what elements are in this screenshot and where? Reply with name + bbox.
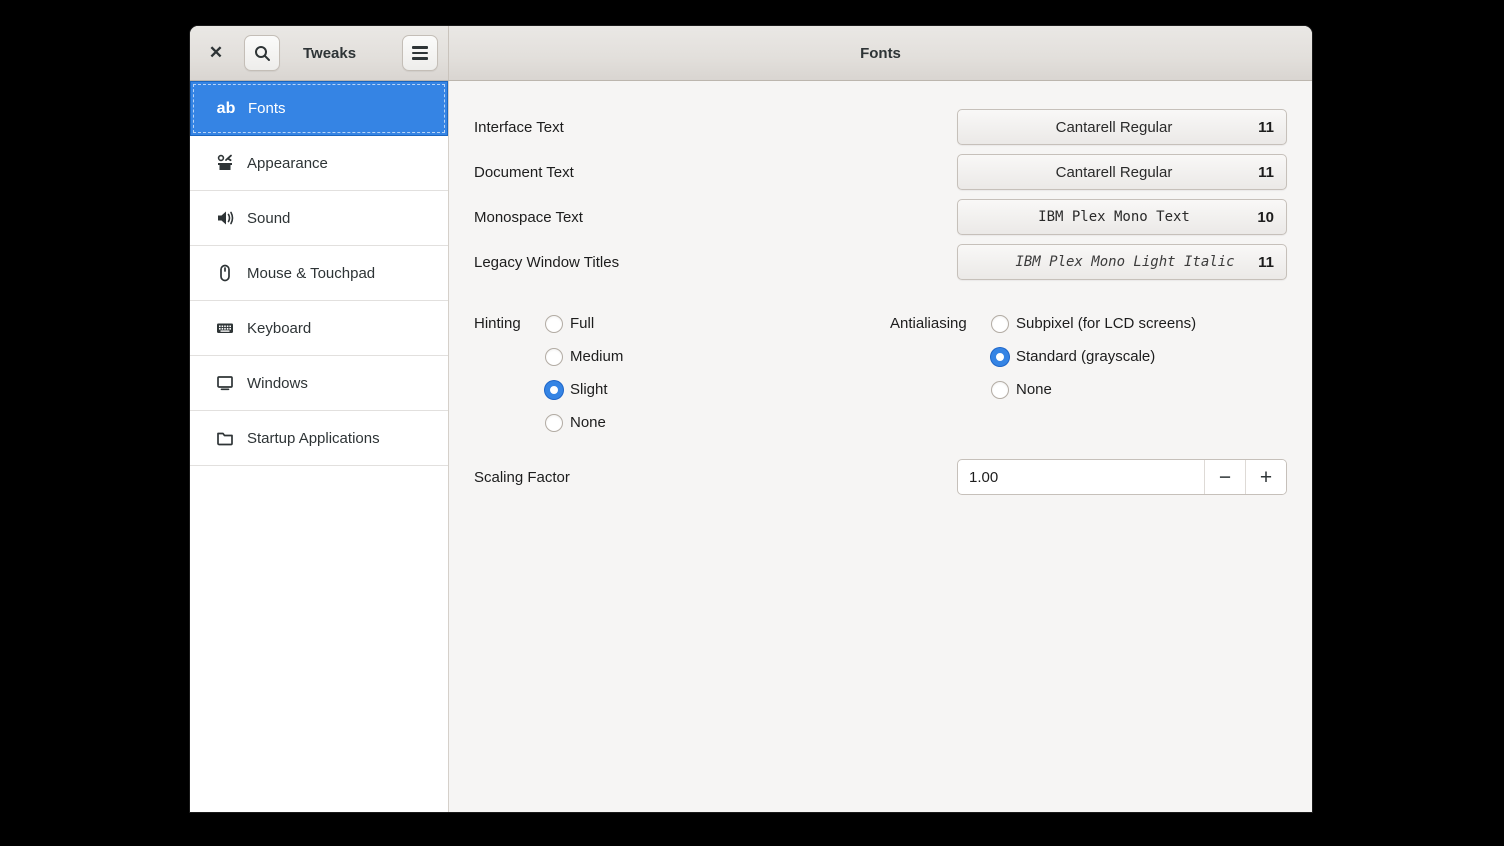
- interface-text-label: Interface Text: [474, 118, 564, 136]
- document-text-row: Document Text Cantarell Regular 11: [474, 154, 1287, 190]
- radio-unselected-icon: [545, 314, 563, 333]
- antialiasing-option-none[interactable]: None: [991, 373, 1196, 406]
- hinting-option-none[interactable]: None: [545, 406, 623, 439]
- close-icon: ✕: [208, 43, 224, 62]
- mouse-icon: [216, 264, 234, 282]
- startup-applications-icon: [216, 429, 234, 447]
- windows-icon: [216, 374, 234, 392]
- monospace-text-label: Monospace Text: [474, 208, 583, 226]
- legacy-window-titles-row: Legacy Window Titles IBM Plex Mono Light…: [474, 244, 1287, 280]
- hinting-option-slight[interactable]: Slight: [545, 373, 623, 406]
- sidebar-item-keyboard[interactable]: Keyboard: [190, 301, 448, 356]
- scaling-decrease-button[interactable]: −: [1204, 460, 1245, 494]
- interface-text-row: Interface Text Cantarell Regular 11: [474, 109, 1287, 145]
- sidebar-item-fonts[interactable]: ab Fonts: [190, 81, 448, 136]
- monospace-text-font-button[interactable]: IBM Plex Mono Text 10: [957, 199, 1287, 235]
- fonts-page: Interface Text Cantarell Regular 11 Docu…: [449, 81, 1312, 812]
- scaling-factor-row: Scaling Factor − +: [474, 459, 1287, 495]
- close-button[interactable]: ✕: [201, 38, 231, 68]
- antialiasing-option-subpixel[interactable]: Subpixel (for LCD screens): [991, 307, 1196, 340]
- monospace-text-row: Monospace Text IBM Plex Mono Text 10: [474, 199, 1287, 235]
- header-left: ✕ Tweaks: [190, 26, 449, 80]
- sidebar-item-appearance[interactable]: Appearance: [190, 136, 448, 191]
- radio-selected-icon: [545, 380, 563, 399]
- document-text-font-button[interactable]: Cantarell Regular 11: [957, 154, 1287, 190]
- search-icon: [254, 45, 271, 62]
- app-title: Tweaks: [303, 44, 357, 62]
- radio-unselected-icon: [545, 413, 563, 432]
- sidebar-item-sound[interactable]: Sound: [190, 191, 448, 246]
- sidebar-item-startup-applications[interactable]: Startup Applications: [190, 411, 448, 466]
- radio-selected-icon: [991, 347, 1009, 366]
- hamburger-menu-icon: [412, 46, 428, 60]
- sidebar: ab Fonts Appearance Sound Mouse & Touchp…: [190, 81, 449, 812]
- rendering-options: Hinting Full Medium Slight None Antialia…: [474, 307, 1287, 439]
- hinting-option-medium[interactable]: Medium: [545, 340, 623, 373]
- scaling-factor-spinbutton: − +: [957, 459, 1287, 495]
- scaling-increase-button[interactable]: +: [1245, 460, 1286, 494]
- appearance-icon: [216, 154, 234, 172]
- hinting-group: Hinting Full Medium Slight None: [474, 307, 890, 439]
- antialiasing-label: Antialiasing: [890, 315, 967, 332]
- legacy-window-titles-label: Legacy Window Titles: [474, 253, 620, 271]
- page-title: Fonts: [860, 44, 901, 62]
- radio-unselected-icon: [545, 347, 563, 366]
- interface-text-font-button[interactable]: Cantarell Regular 11: [957, 109, 1287, 145]
- keyboard-icon: [216, 319, 234, 337]
- antialiasing-option-standard[interactable]: Standard (grayscale): [991, 340, 1196, 373]
- primary-menu-button[interactable]: [402, 35, 438, 71]
- sound-icon: [216, 209, 234, 227]
- document-text-label: Document Text: [474, 163, 574, 181]
- radio-unselected-icon: [991, 380, 1009, 399]
- plus-icon: +: [1259, 465, 1273, 489]
- tweaks-window: ✕ Tweaks Fonts ab Fonts Appearance Sound…: [190, 26, 1312, 812]
- search-button[interactable]: [244, 35, 280, 71]
- header-bar: ✕ Tweaks Fonts: [190, 26, 1312, 81]
- ab-fonts-icon: ab: [216, 99, 236, 117]
- scaling-factor-input[interactable]: [958, 460, 1204, 494]
- scaling-factor-label: Scaling Factor: [474, 468, 570, 486]
- legacy-window-titles-font-button[interactable]: IBM Plex Mono Light Italic 11: [957, 244, 1287, 280]
- hinting-option-full[interactable]: Full: [545, 307, 623, 340]
- minus-icon: −: [1218, 465, 1232, 489]
- sidebar-item-mouse-touchpad[interactable]: Mouse & Touchpad: [190, 246, 448, 301]
- header-right: Fonts: [449, 26, 1312, 80]
- antialiasing-group: Antialiasing Subpixel (for LCD screens) …: [890, 307, 1196, 439]
- radio-unselected-icon: [991, 314, 1009, 333]
- hinting-label: Hinting: [474, 315, 521, 332]
- sidebar-item-windows[interactable]: Windows: [190, 356, 448, 411]
